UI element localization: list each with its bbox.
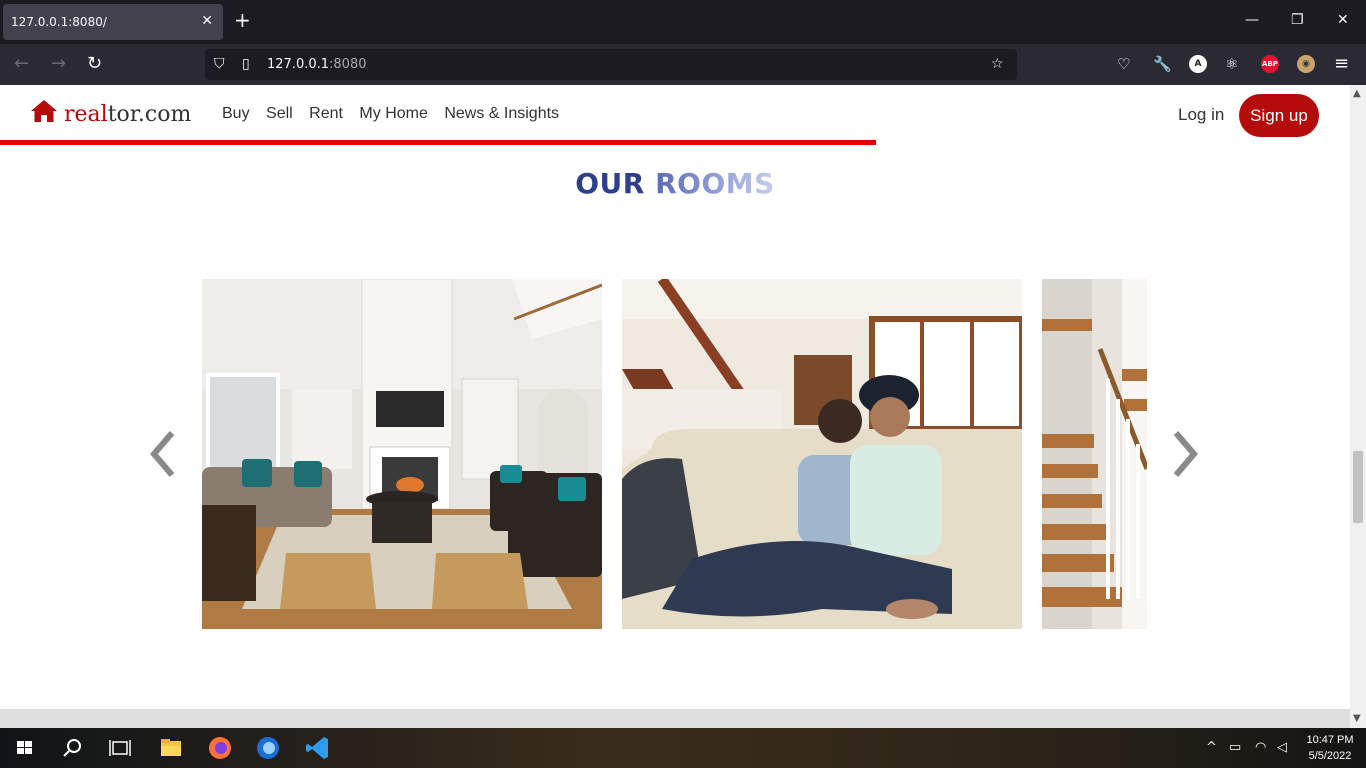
firefox-icon[interactable] — [198, 728, 242, 768]
tab-bar: 127.0.0.1:8080/ ✕ + — ❐ ✕ — [0, 0, 1366, 44]
url-text[interactable]: 127.0.0.1:8080 — [267, 57, 367, 72]
volume-icon[interactable]: ◁ — [1277, 740, 1287, 755]
nav-rent[interactable]: Rent — [309, 105, 343, 122]
new-tab-icon[interactable]: + — [234, 10, 251, 30]
url-port: :8080 — [329, 57, 367, 72]
living-room-photo[interactable] — [202, 279, 602, 629]
forward-icon[interactable]: → — [51, 54, 66, 74]
site-header: realtor.com Buy Sell Rent My Home News &… — [0, 85, 1350, 145]
adblock-icon[interactable]: ABP — [1261, 55, 1279, 73]
scroll-up-icon[interactable]: ▲ — [1353, 88, 1361, 99]
network-device-icon[interactable]: ▭ — [1229, 740, 1241, 755]
nav-sell[interactable]: Sell — [266, 105, 293, 122]
extension-a-icon[interactable]: A — [1189, 55, 1207, 73]
window-close-icon[interactable]: ✕ — [1337, 12, 1349, 28]
vertical-scrollbar[interactable]: ▲ ▼ — [1350, 85, 1366, 728]
shield-icon[interactable]: ⛉ — [214, 56, 225, 72]
logo-text-accent: real — [64, 102, 108, 127]
clock-date: 5/5/2022 — [1308, 750, 1352, 762]
main-menu: Buy Sell Rent My Home News & Insights — [222, 105, 571, 123]
wrench-icon[interactable]: 🔧 — [1153, 54, 1172, 74]
bookmark-star-icon[interactable]: ☆ — [991, 56, 1004, 72]
site-logo[interactable]: realtor.com — [30, 99, 191, 127]
windows-taskbar: ^ ▭ ◠ ◁ 10:47 PM 5/5/2022 — [0, 728, 1366, 768]
pocket-icon[interactable]: ♡ — [1117, 54, 1130, 74]
house-icon — [31, 100, 57, 122]
section-title-word-1: OUR — [575, 167, 645, 200]
login-link[interactable]: Log in — [1178, 105, 1224, 125]
section-title: OUR ROOMS — [0, 167, 1350, 200]
react-devtools-icon[interactable]: ⚛ — [1225, 54, 1238, 74]
carousel-next-icon[interactable] — [1170, 429, 1200, 479]
menu-icon[interactable]: ≡ — [1334, 54, 1349, 74]
logo-text: tor.com — [107, 102, 192, 127]
nav-buy[interactable]: Buy — [222, 105, 250, 122]
task-view-icon[interactable] — [98, 728, 142, 768]
signup-button[interactable]: Sign up — [1239, 94, 1319, 137]
navigation-toolbar: ← → ↻ ⛉ ▯ 127.0.0.1:8080 ☆ ♡ 🔧 A ⚛ ABP ◉… — [0, 44, 1366, 85]
close-tab-icon[interactable]: ✕ — [201, 13, 213, 29]
staircase-photo[interactable] — [1042, 279, 1147, 629]
tray-chevron-icon[interactable]: ^ — [1206, 740, 1217, 755]
file-explorer-icon[interactable] — [149, 728, 193, 768]
scroll-down-icon[interactable]: ▼ — [1353, 713, 1361, 724]
start-windows-icon[interactable] — [2, 728, 46, 768]
minimize-icon[interactable]: — — [1245, 12, 1259, 28]
firefox-developer-icon[interactable] — [246, 728, 290, 768]
section-title-word-2: ROOMS — [655, 167, 775, 200]
page-viewport: realtor.com Buy Sell Rent My Home News &… — [0, 85, 1350, 728]
tab-title: 127.0.0.1:8080/ — [11, 15, 107, 29]
scrollbar-thumb[interactable] — [1353, 451, 1363, 523]
carousel-prev-icon[interactable] — [148, 429, 178, 479]
back-icon[interactable]: ← — [14, 54, 29, 74]
vscode-icon[interactable] — [296, 728, 340, 768]
page-icon: ▯ — [242, 56, 250, 72]
restore-icon[interactable]: ❐ — [1291, 12, 1304, 28]
extension-owl-icon[interactable]: ◉ — [1297, 55, 1315, 73]
url-host: 127.0.0.1 — [267, 57, 330, 72]
page-footer-edge — [0, 709, 1350, 728]
search-icon[interactable] — [50, 728, 94, 768]
couple-on-sofa-photo[interactable] — [622, 279, 1022, 629]
header-accent-line — [0, 140, 876, 145]
browser-tab[interactable]: 127.0.0.1:8080/ ✕ — [3, 4, 223, 40]
nav-news-insights[interactable]: News & Insights — [444, 105, 559, 122]
wifi-icon[interactable]: ◠ — [1255, 740, 1266, 755]
address-bar[interactable]: ⛉ ▯ 127.0.0.1:8080 ☆ — [205, 49, 1017, 80]
reload-icon[interactable]: ↻ — [87, 54, 102, 74]
system-clock[interactable]: 10:47 PM 5/5/2022 — [1300, 732, 1360, 764]
nav-my-home[interactable]: My Home — [359, 105, 427, 122]
clock-time: 10:47 PM — [1306, 734, 1354, 746]
